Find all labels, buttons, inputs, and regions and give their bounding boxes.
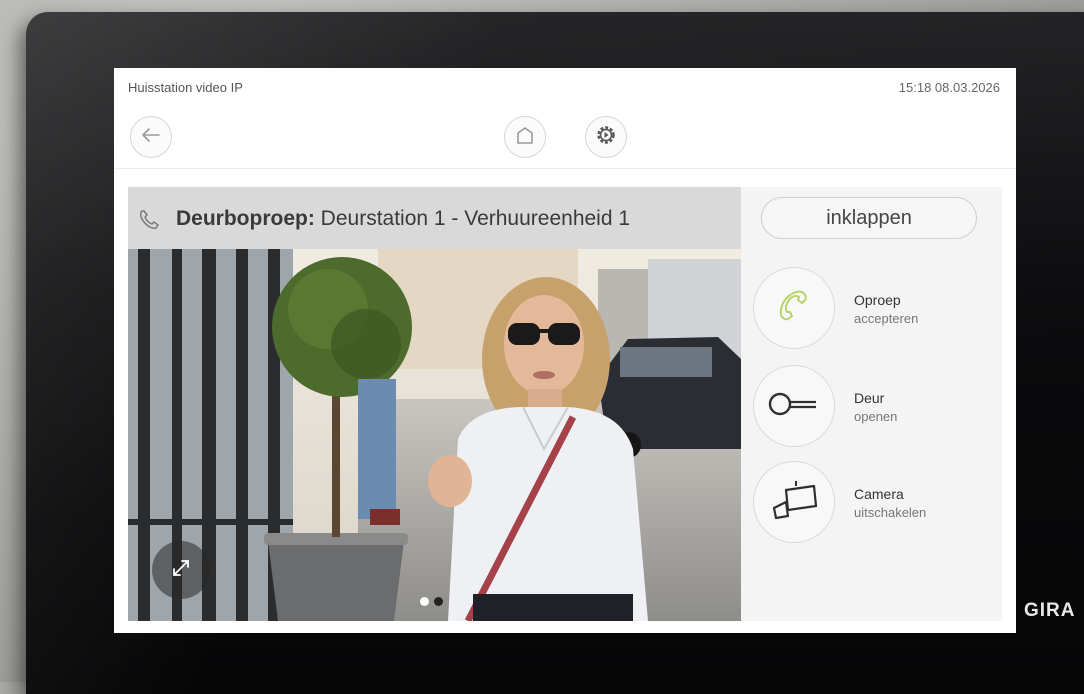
- toolbar: [114, 104, 1016, 169]
- phone-icon: [774, 286, 814, 331]
- action-label: Camera: [854, 486, 904, 502]
- brand-logo: GIRA: [1024, 600, 1076, 621]
- fullscreen-button[interactable]: [152, 541, 210, 599]
- gear-icon: [595, 124, 617, 151]
- action-sublabel: accepteren: [854, 311, 919, 326]
- app-title: Huisstation video IP: [128, 80, 243, 95]
- action-label: Deur: [854, 390, 885, 406]
- call-header: Deurboproep: Deurstation 1 - Verhuureenh…: [128, 187, 741, 249]
- home-button[interactable]: [504, 116, 546, 158]
- call-title: Deurboproep: Deurstation 1 - Verhuureenh…: [176, 207, 630, 231]
- key-icon: [766, 389, 822, 424]
- phone-icon: [136, 207, 162, 238]
- date-time: 15:18 08.03.2026: [898, 80, 1000, 95]
- video-feed: [128, 249, 741, 621]
- camera-off-action[interactable]: Camera uitschakelen: [753, 461, 993, 547]
- camera-off-icon: [768, 480, 820, 525]
- settings-button[interactable]: [585, 116, 627, 158]
- action-sublabel: uitschakelen: [854, 505, 927, 520]
- video-pager: [420, 597, 443, 606]
- status-bar: Huisstation video IP 15:18 08.03.2026: [114, 68, 1016, 104]
- pager-dot[interactable]: [420, 597, 429, 606]
- open-door-action[interactable]: Deur openen: [753, 365, 993, 451]
- action-label: Oproep: [854, 292, 901, 308]
- home-icon: [515, 125, 535, 150]
- collapse-button[interactable]: inklappen: [761, 197, 977, 239]
- open-door-button[interactable]: [753, 365, 835, 447]
- call-type-label: Deurboproep:: [176, 207, 315, 230]
- back-button[interactable]: [130, 116, 172, 158]
- camera-image: [128, 249, 741, 621]
- arrow-left-icon: [141, 127, 161, 148]
- touch-screen: Huisstation video IP 15:18 08.03.2026 De…: [114, 68, 1016, 633]
- pager-dot[interactable]: [434, 597, 443, 606]
- action-sublabel: openen: [854, 409, 898, 424]
- call-actions-panel: inklappen Oproep accepteren Deur openen …: [741, 187, 1002, 621]
- call-source-label: Deurstation 1 - Verhuureenheid 1: [320, 207, 631, 230]
- camera-off-button[interactable]: [753, 461, 835, 543]
- incoming-call-panel: Deurboproep: Deurstation 1 - Verhuureenh…: [128, 187, 741, 621]
- accept-call-button[interactable]: [753, 267, 835, 349]
- accept-call-action[interactable]: Oproep accepteren: [753, 267, 993, 353]
- expand-icon: [169, 556, 193, 585]
